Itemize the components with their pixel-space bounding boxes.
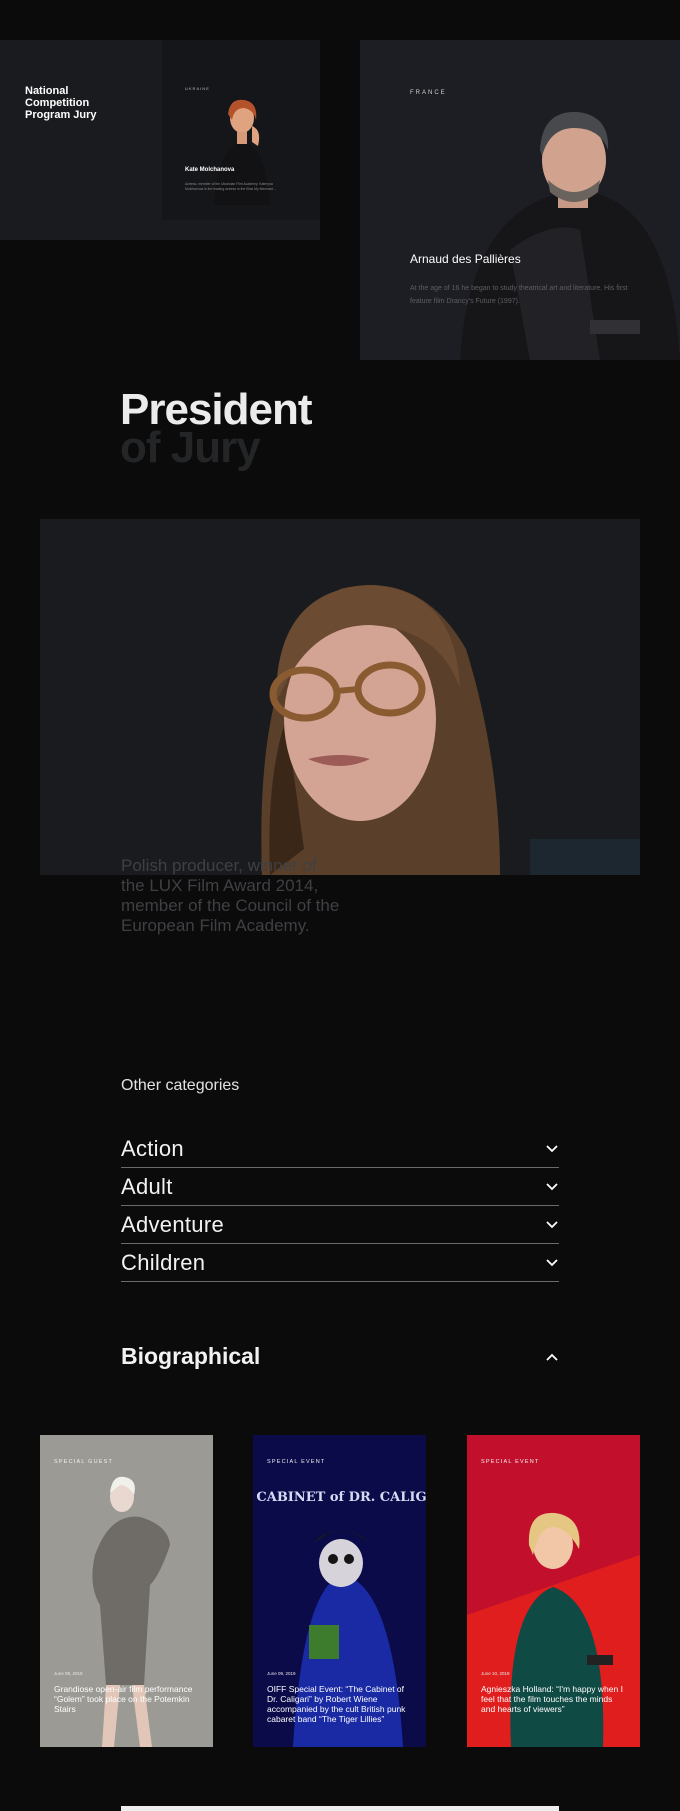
event-card[interactable]: SPECIAL GUEST June 08, 2019 Grandiose op… [40, 1435, 213, 1747]
event-text: Agnieszka Holland: “I'm happy when I fee… [481, 1684, 623, 1714]
category-item-adventure[interactable]: Adventure [121, 1206, 559, 1244]
chevron-down-icon [546, 1258, 558, 1266]
poster-title: The CABINET of DR. CALIGARI [253, 1490, 426, 1505]
president-description: Polish producer, winner of the LUX Film … [121, 856, 340, 935]
national-jury-title: National Competition Program Jury [25, 85, 97, 121]
event-tag: SPECIAL EVENT [481, 1459, 540, 1465]
category-list: Action Adult Adventure Children [121, 1130, 559, 1282]
category-item-adult[interactable]: Adult [121, 1168, 559, 1206]
category-item-action[interactable]: Action [121, 1130, 559, 1168]
jury-country: FRANCE [410, 90, 447, 96]
jury-member-portrait [460, 111, 680, 360]
category-item-children[interactable]: Children [121, 1244, 559, 1282]
jury-member-bio: At the age of 16 he began to study theat… [410, 285, 628, 305]
event-text: Grandiose open-air film performance “Gol… [54, 1684, 193, 1714]
event-date: June 10, 2019 [481, 1671, 510, 1676]
event-date: June 09, 2019 [267, 1671, 296, 1676]
bottom-divider [121, 1806, 559, 1811]
category-label-biographical: Biographical [121, 1343, 261, 1369]
category-label: Action [121, 1135, 184, 1161]
jury-member-name: Kate Molchanova [185, 167, 235, 173]
event-card[interactable]: SPECIAL EVENT June 10, 2019 Agnieszka Ho… [467, 1435, 640, 1747]
president-heading-sub: of Jury [120, 423, 261, 472]
category-label: Adult [121, 1173, 173, 1199]
jury-member-card-featured[interactable]: FRANCE Arnaud des Pallières At the age o… [360, 40, 680, 360]
event-tag: SPECIAL EVENT [267, 1459, 326, 1465]
category-label: Adventure [121, 1211, 224, 1237]
event-card[interactable]: The CABINET of DR. CALIGARI SPECIAL EVEN… [253, 1435, 426, 1747]
chevron-down-icon [546, 1144, 558, 1152]
national-jury-card[interactable]: National Competition Program Jury UKRAIN… [0, 40, 320, 240]
jury-member-name: Arnaud des Pallières [410, 252, 521, 266]
event-tag: SPECIAL GUEST [54, 1459, 114, 1465]
event-date: June 08, 2019 [54, 1671, 83, 1676]
chevron-up-icon [546, 1353, 558, 1361]
president-portrait [261, 585, 640, 875]
event-text: OIFF Special Event: “The Cabinet of Dr. … [267, 1684, 406, 1724]
other-categories-heading: Other categories [121, 1077, 240, 1094]
chevron-down-icon [546, 1220, 558, 1228]
category-item-biographical-open[interactable]: Biographical [121, 1343, 559, 1370]
jury-member-bio: Actress, member of the Ukrainian Film Ac… [185, 182, 276, 191]
chevron-down-icon [546, 1182, 558, 1190]
category-label: Children [121, 1249, 206, 1275]
president-photo [40, 519, 640, 875]
jury-member-card[interactable]: UKRAINE Kate Molchanova Actress, member … [162, 40, 320, 220]
